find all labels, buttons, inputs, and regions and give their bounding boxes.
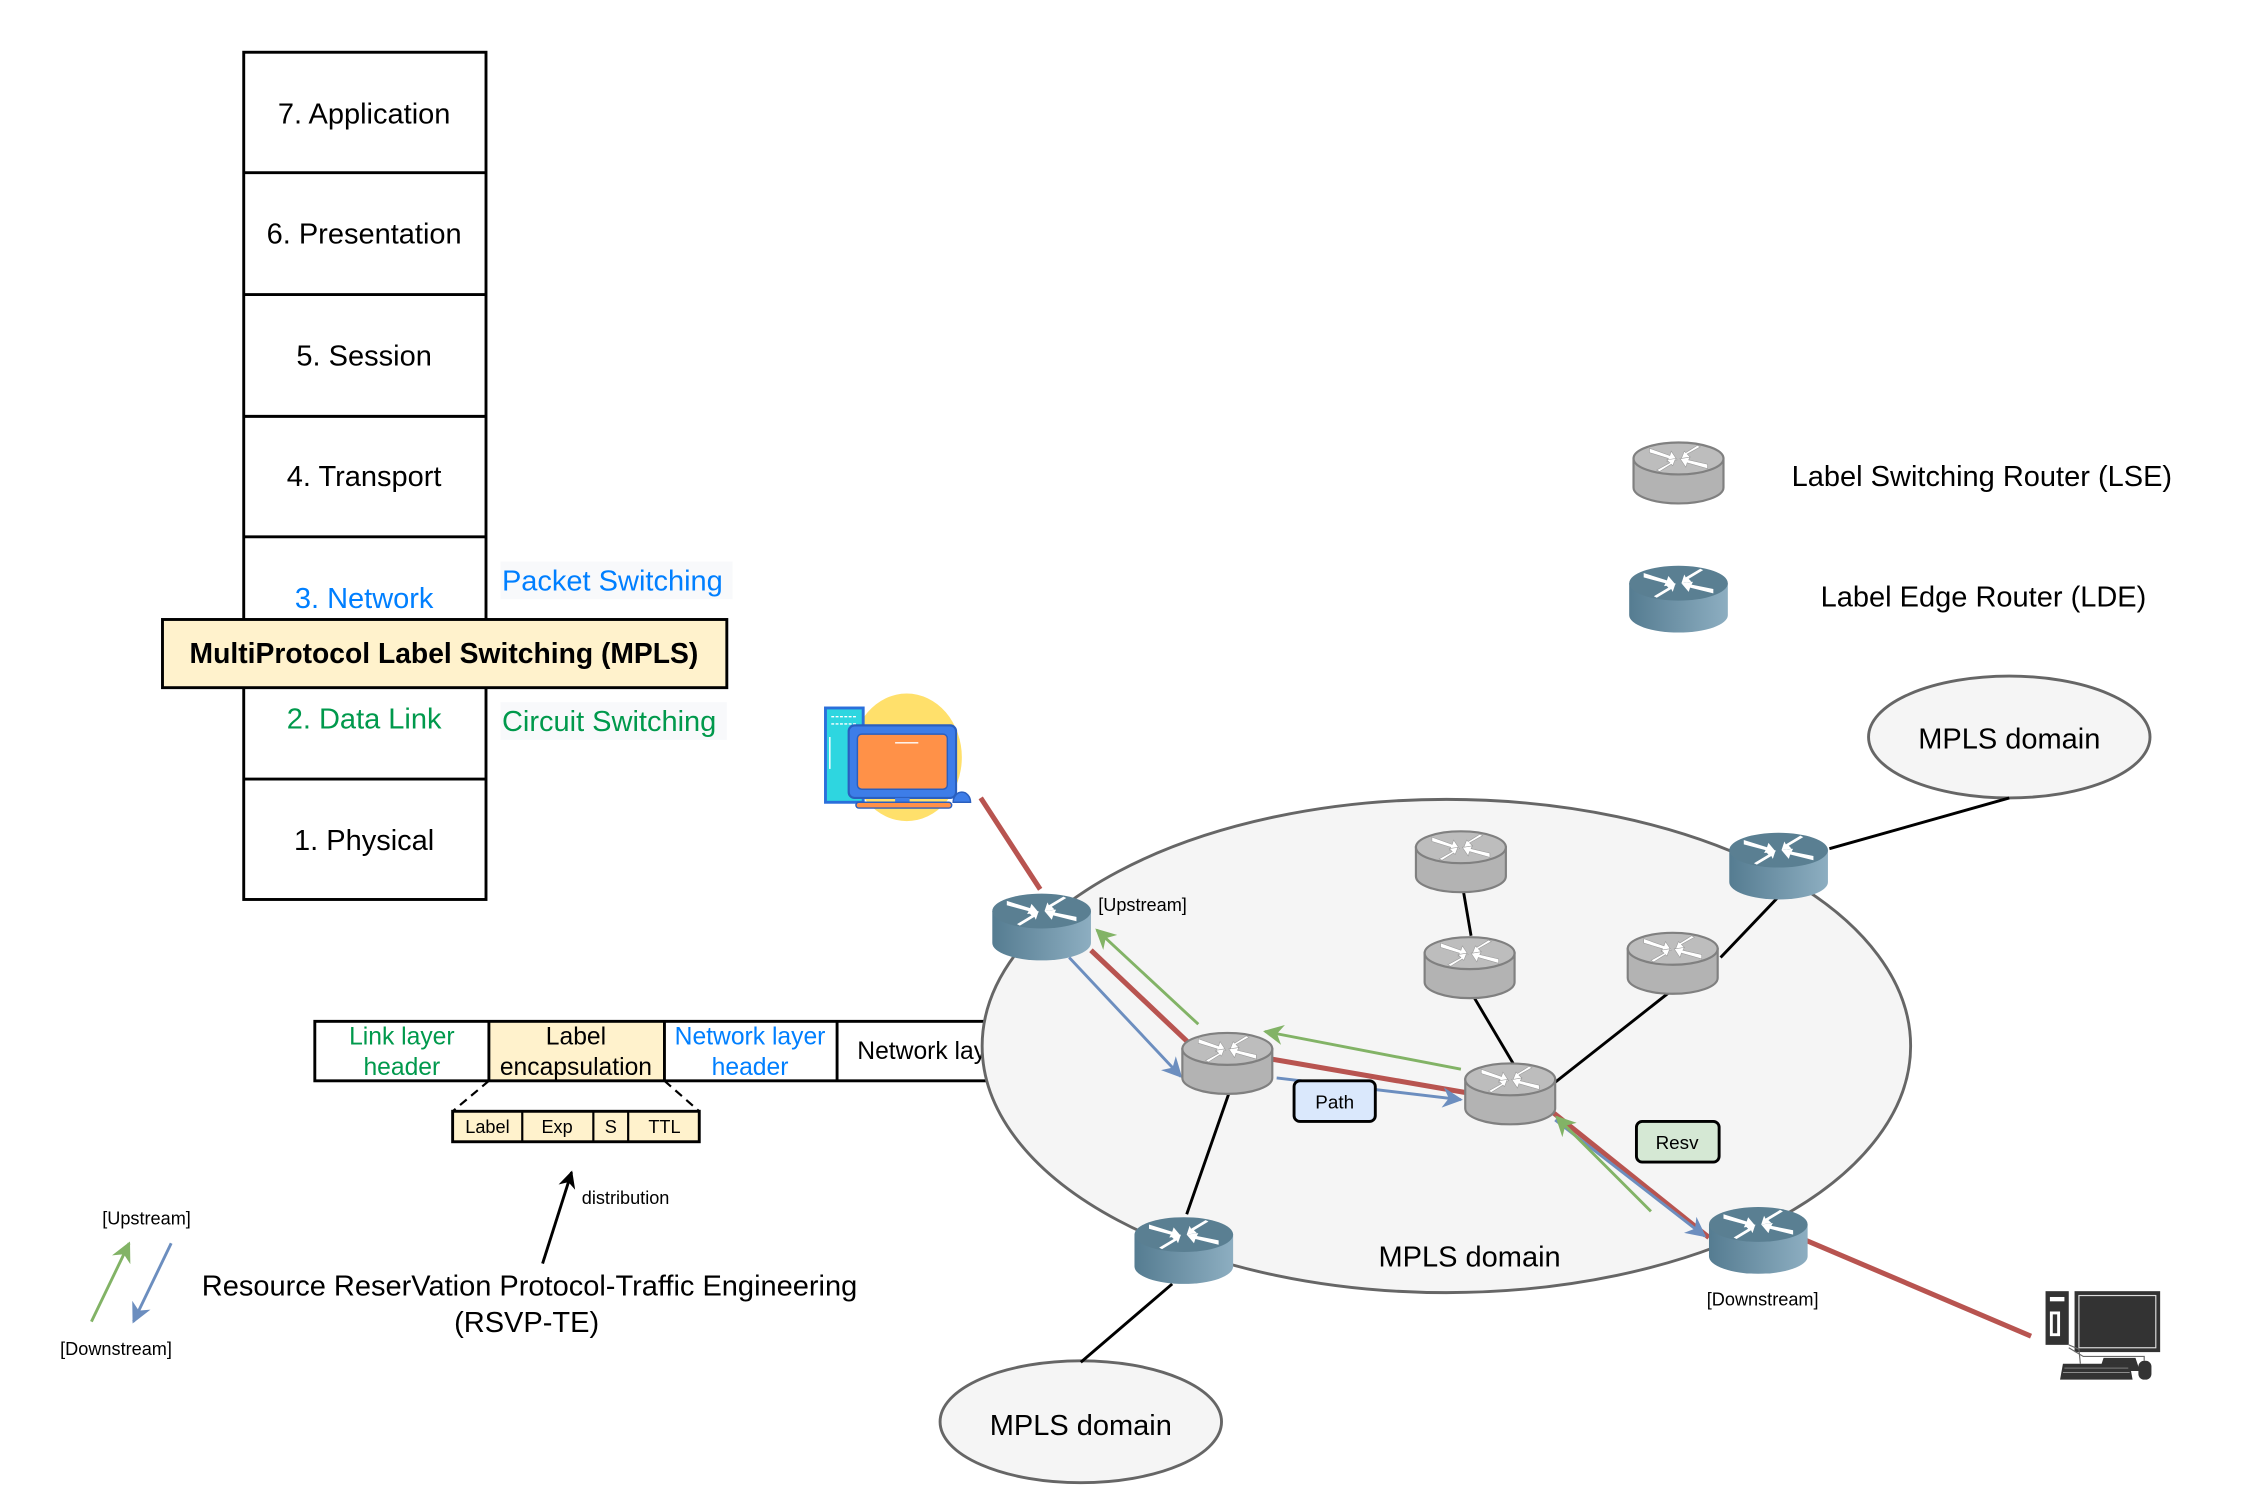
- osi-layer-physical: 1. Physical: [294, 825, 434, 857]
- source-computer-icon[interactable]: [824, 693, 972, 822]
- lsr-router[interactable]: [1181, 1031, 1274, 1095]
- lsp-segment: [1805, 1238, 2033, 1339]
- destination-computer-icon[interactable]: [2045, 1291, 2161, 1380]
- link-layer-header-line1: Link layer: [349, 1024, 455, 1051]
- ler-legend-icon: [1629, 565, 1728, 633]
- label-field-s: S: [605, 1117, 617, 1137]
- resv-message-box: Resv: [1634, 1119, 1721, 1164]
- lsr-legend-icon: [1632, 441, 1725, 505]
- rsvp-title-line1: Resource ReserVation Protocol-Traffic En…: [202, 1271, 858, 1303]
- legend-upstream-label: [Upstream]: [102, 1208, 191, 1228]
- link: [1828, 796, 2010, 851]
- osi-layer-network: 3. Network: [295, 583, 434, 615]
- lsp-segment: [978, 796, 1043, 891]
- lsr-router[interactable]: [1464, 1062, 1557, 1126]
- label-field-ttl: TTL: [648, 1117, 680, 1137]
- ler-router-bottom-left[interactable]: [1134, 1217, 1234, 1284]
- main-domain-label: MPLS domain: [1379, 1242, 1561, 1274]
- ler-downstream-router[interactable]: [1708, 1207, 1808, 1274]
- lsr-router[interactable]: [1423, 936, 1516, 1000]
- label-field-exp: Exp: [541, 1117, 572, 1137]
- rsvp-title-line2: (RSVP-TE): [454, 1307, 599, 1339]
- link-layer-header-line2: header: [363, 1054, 440, 1081]
- osi-layer-presentation: 6. Presentation: [267, 219, 462, 251]
- resv-message-label: Resv: [1656, 1132, 1700, 1153]
- mpls-title: MultiProtocol Label Switching (MPLS): [190, 637, 699, 669]
- osi-layer-application: 7. Application: [278, 98, 451, 130]
- osi-stack: 7. Application 6. Presentation 5. Sessio…: [161, 50, 733, 901]
- circuit-switching-label: Circuit Switching: [502, 706, 716, 738]
- downstream-arrow-icon: [132, 1242, 173, 1324]
- distribution-arrow: [541, 1170, 576, 1265]
- packet-switching-label: Packet Switching: [502, 565, 723, 597]
- network: MPLS domain MPLS domain MPLS domain [Ups…: [824, 674, 2161, 1485]
- upstream-router-label: [Upstream]: [1098, 895, 1187, 915]
- router-legend: Label Switching Router (LSE) Label Edge …: [1629, 441, 2172, 633]
- downstream-router-label: [Downstream]: [1707, 1290, 1819, 1310]
- path-message-box: Path: [1292, 1079, 1377, 1123]
- ler-router-top-right[interactable]: [1729, 832, 1828, 900]
- network-layer-header-line2: header: [712, 1054, 789, 1081]
- path-message-label: Path: [1315, 1091, 1354, 1112]
- lsr-router[interactable]: [1626, 931, 1719, 995]
- osi-layer-transport: 4. Transport: [287, 461, 442, 493]
- bottom-domain-label: MPLS domain: [990, 1410, 1172, 1442]
- ler-legend-label: Label Edge Router (LDE): [1821, 581, 2147, 613]
- distribution-label: distribution: [582, 1188, 670, 1208]
- label-encapsulation-line2: encapsulation: [500, 1054, 652, 1081]
- link: [1079, 1282, 1174, 1364]
- label-field-label: Label: [465, 1117, 509, 1137]
- lsr-router[interactable]: [1414, 830, 1507, 894]
- lsr-legend-label: Label Switching Router (LSE): [1792, 461, 2172, 493]
- network-layer-header-line1: Network layer: [675, 1024, 826, 1051]
- upstream-arrow-icon: [90, 1241, 131, 1323]
- top-right-domain-label: MPLS domain: [1918, 724, 2100, 756]
- legend-downstream-label: [Downstream]: [60, 1339, 172, 1359]
- mpls-diagram: 7. Application 6. Presentation 5. Sessio…: [60, 50, 2172, 1485]
- osi-layer-session: 5. Session: [296, 341, 431, 373]
- ler-upstream-router[interactable]: [992, 893, 1091, 961]
- osi-layer-data-link: 2. Data Link: [287, 703, 442, 735]
- rsvp-legend: [Upstream] [Downstream] Resource ReserVa…: [60, 1208, 857, 1359]
- label-encapsulation-line1: Label: [546, 1024, 606, 1051]
